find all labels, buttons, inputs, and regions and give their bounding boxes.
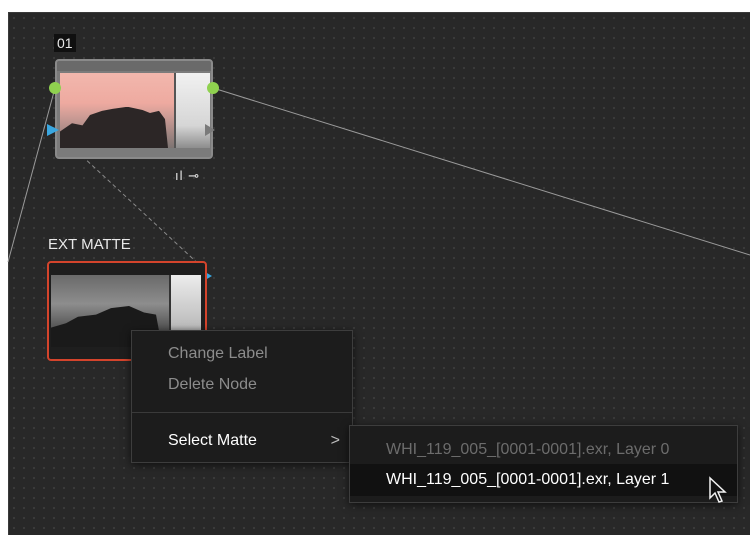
node-thumbnail <box>60 73 210 148</box>
submenu-item-layer-1[interactable]: WHI_119_005_[0001-0001].exr, Layer 1 <box>350 464 737 496</box>
submenu-item-label: WHI_119_005_[0001-0001].exr, Layer 1 <box>386 471 670 488</box>
node-id-label: 01 <box>54 34 76 52</box>
submenu-item-layer-0[interactable]: WHI_119_005_[0001-0001].exr, Layer 0 <box>350 434 737 466</box>
context-menu: Change Label Delete Node Select Matte > <box>131 330 353 463</box>
select-matte-submenu: WHI_119_005_[0001-0001].exr, Layer 0 WHI… <box>349 425 738 503</box>
output-wire <box>212 87 750 256</box>
submenu-item-label: WHI_119_005_[0001-0001].exr, Layer 0 <box>386 441 670 458</box>
chevron-right-icon: > <box>330 432 340 449</box>
menu-item-select-matte[interactable]: Select Matte > <box>132 427 352 455</box>
menu-item-label: Change Label <box>168 345 268 362</box>
menu-item-change-label[interactable]: Change Label <box>132 340 352 368</box>
menu-item-delete-node[interactable]: Delete Node <box>132 371 352 399</box>
menu-item-label: Delete Node <box>168 376 257 393</box>
menu-separator <box>132 412 352 413</box>
node-status-icons: ıl ⊸ <box>175 168 201 183</box>
node-01[interactable] <box>55 59 213 159</box>
node-title-bar <box>57 61 211 71</box>
mouse-cursor-icon <box>709 476 727 503</box>
menu-item-label: Select Matte <box>168 432 257 449</box>
ext-matte-label: EXT MATTE <box>48 236 131 253</box>
